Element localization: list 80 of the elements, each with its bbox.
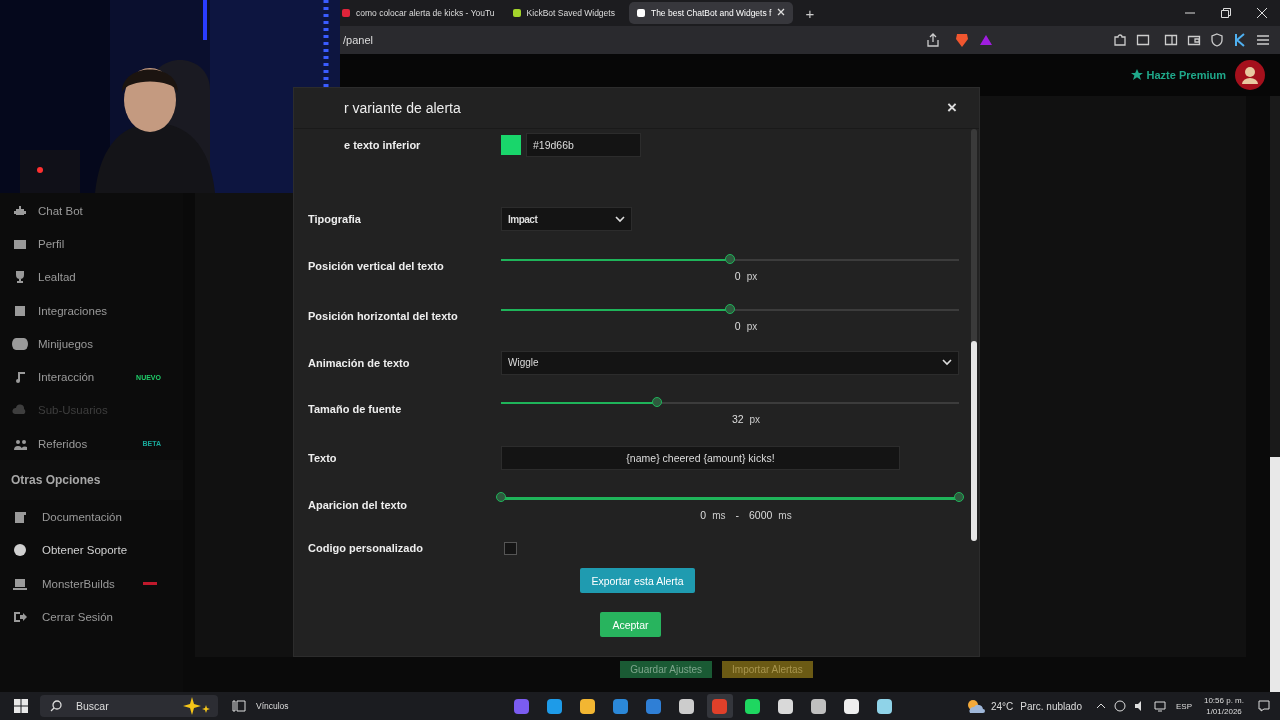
unit-label: px	[746, 320, 758, 332]
field-label: Tipografia	[308, 213, 362, 226]
field-label: e texto inferior	[343, 138, 422, 151]
notification-icon[interactable]	[1258, 700, 1270, 712]
close-icon[interactable]	[1257, 8, 1267, 18]
slider-thumb[interactable]	[725, 253, 735, 264]
field-label: Aparicion del texto	[308, 499, 409, 512]
close-icon[interactable]	[777, 8, 786, 18]
window-icon[interactable]	[1136, 33, 1150, 47]
toolbar-label[interactable]: Vínculos	[256, 701, 289, 711]
triangle-icon[interactable]	[979, 33, 993, 47]
chevron-down-icon	[615, 215, 625, 223]
unit-label: ms	[778, 510, 792, 522]
restore-icon[interactable]	[1221, 8, 1231, 18]
language-indicator[interactable]: ESP	[1175, 701, 1192, 711]
address-text[interactable]: /panel	[343, 34, 373, 46]
share-icon[interactable]	[926, 33, 940, 47]
field-label: Animación de texto	[308, 356, 411, 369]
field-label: Posición vertical del texto	[308, 260, 445, 272]
modal-title: r variante de alerta	[344, 100, 461, 116]
slider-thumb[interactable]	[954, 492, 964, 503]
star-icon	[1130, 69, 1143, 81]
unit-label: px	[746, 270, 758, 282]
k-letter-icon[interactable]	[1233, 33, 1247, 47]
scrollbar[interactable]	[1270, 96, 1280, 692]
clock-time[interactable]: 10:56 p. m.	[1203, 695, 1244, 706]
field-label: Posición horizontal del texto	[308, 310, 459, 323]
puzzle-icon[interactable]	[1113, 33, 1127, 47]
sidebar-icon[interactable]	[1164, 33, 1178, 47]
close-button[interactable]: ×	[943, 98, 961, 118]
sidebar-item[interactable]: Documentación	[0, 500, 183, 534]
windows-logo-icon[interactable]	[14, 699, 28, 713]
wallet-icon[interactable]	[1187, 33, 1201, 47]
sidebar-item[interactable]: Lealtad	[0, 260, 183, 294]
slider-value: 0	[734, 319, 741, 332]
color-swatch[interactable]	[501, 134, 521, 155]
monitor-icon[interactable]	[1153, 700, 1166, 712]
slider-value: 32	[731, 412, 744, 425]
text-input[interactable]: {name} cheered {amount} kicks!	[501, 446, 900, 470]
sidebar-item[interactable]: Minijuegos	[0, 327, 183, 361]
chevron-down-icon	[942, 359, 952, 367]
clock-date[interactable]: 1/01/2026	[1206, 706, 1242, 717]
checkbox[interactable]	[504, 541, 517, 555]
slider-value: 0	[700, 509, 707, 522]
field-label: Tamaño de fuente	[308, 403, 403, 416]
sidebar-item[interactable]: Integraciones	[0, 293, 183, 328]
slider-thumb[interactable]	[496, 492, 506, 503]
weather-text[interactable]: 24°C	[990, 700, 1014, 712]
weather-text[interactable]: Parc. nublado	[1020, 700, 1082, 712]
browser-tab[interactable]: KickBot Saved Widgets	[508, 2, 623, 24]
menu-icon[interactable]	[1256, 33, 1270, 47]
unit-label: ms	[712, 510, 726, 522]
slider-thumb[interactable]	[651, 396, 662, 407]
search-icon	[50, 700, 62, 712]
search-field[interactable]: Buscar	[40, 695, 218, 717]
task-view-icon[interactable]	[232, 699, 246, 713]
chevron-up-icon[interactable]	[1095, 701, 1106, 711]
field-label: Codigo personalizado	[308, 542, 424, 555]
browser-tab[interactable]: The best ChatBot and Widgets f	[628, 2, 794, 24]
select-field[interactable]: Impact	[501, 207, 632, 232]
sidebar-item[interactable]: Cerrar Sesión	[0, 600, 183, 634]
separator-text: -	[735, 509, 739, 522]
sidebar-item[interactable]: Chat Bot	[0, 194, 183, 228]
scrollbar[interactable]	[971, 129, 977, 541]
field-label: Texto	[308, 452, 338, 464]
color-input[interactable]: #19d66b	[526, 132, 641, 157]
sidebar-item[interactable]: Perfil	[0, 227, 183, 261]
shield-icon[interactable]	[1210, 33, 1224, 47]
slider-thumb[interactable]	[725, 303, 735, 314]
avatar-icon[interactable]	[1235, 60, 1265, 90]
unit-label: px	[749, 413, 761, 425]
browser-tab[interactable]: como colocar alerta de kicks - YouTu	[338, 2, 503, 24]
sparkle-icon	[182, 697, 212, 715]
slider-value: 6000	[749, 509, 773, 522]
sidebar-item[interactable]: MonsterBuilds	[0, 566, 183, 601]
select-field[interactable]: Wiggle	[501, 350, 959, 375]
slider-value: 0	[734, 269, 741, 282]
new-tab-button[interactable]: +	[799, 4, 821, 22]
sidebar-item[interactable]: Obtener Soporte	[0, 533, 183, 567]
premium-link[interactable]: Hazte Premium	[1130, 69, 1226, 81]
